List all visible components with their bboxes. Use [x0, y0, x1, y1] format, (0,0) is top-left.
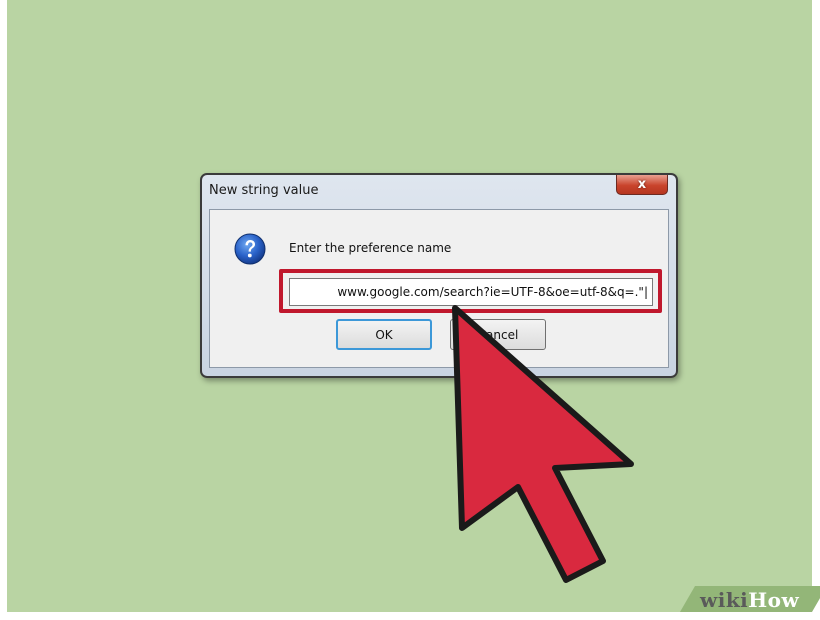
dialog-title: New string value [209, 183, 319, 198]
prompt-label: Enter the preference name [289, 241, 452, 255]
frame-bottom [0, 612, 820, 620]
watermark-wiki: wiki [700, 588, 749, 612]
dialog-titlebar[interactable]: New string value x [202, 175, 676, 207]
ok-button[interactable]: OK [336, 319, 432, 350]
preference-name-input[interactable]: www.google.com/search?ie=UTF-8&oe=utf-8&… [289, 278, 653, 306]
close-icon: x [637, 177, 647, 192]
dialog-body: Enter the preference name www.google.com… [209, 209, 669, 368]
frame-left [0, 0, 7, 620]
close-button[interactable]: x [616, 175, 668, 195]
question-icon [234, 233, 266, 265]
watermark-logo: wikiHow [700, 588, 799, 612]
cancel-button[interactable]: Cancel [450, 319, 546, 350]
string-value-dialog: New string value x Enter the preference … [200, 173, 678, 378]
watermark-how: How [748, 588, 800, 612]
frame-right [812, 0, 820, 620]
